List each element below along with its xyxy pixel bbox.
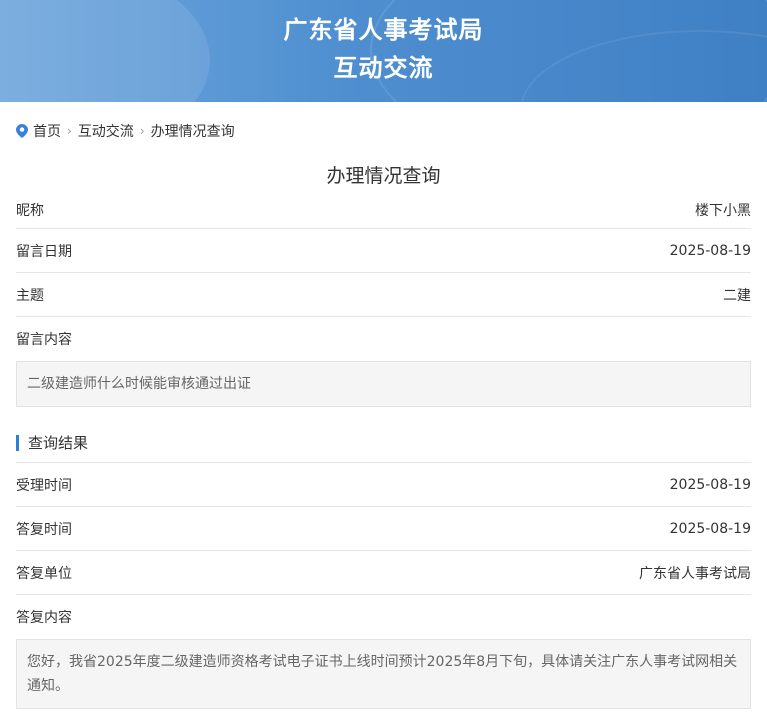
breadcrumb: 首页 › 互动交流 › 办理情况查询 <box>0 117 767 145</box>
reply-unit-row: 答复单位 广东省人事考试局 <box>16 551 751 595</box>
accept-time-value: 2025-08-19 <box>669 476 751 493</box>
accept-time-label: 受理时间 <box>16 477 72 494</box>
accept-time-row: 受理时间 2025-08-19 <box>16 463 751 507</box>
breadcrumb-interaction-link[interactable]: 互动交流 <box>78 121 134 141</box>
reply-unit-value: 广东省人事考试局 <box>639 565 751 582</box>
header-banner: 广东省人事考试局 互动交流 <box>0 0 767 102</box>
message-date-value: 2025-08-19 <box>669 242 751 259</box>
section-title: 互动交流 <box>333 54 434 82</box>
subject-label: 主题 <box>16 287 44 304</box>
page-title: 办理情况查询 <box>326 165 441 187</box>
reply-time-label: 答复时间 <box>16 521 72 538</box>
reply-time-row: 答复时间 2025-08-19 <box>16 507 751 551</box>
reply-time-value: 2025-08-19 <box>669 520 751 537</box>
section-accent-bar <box>16 434 19 451</box>
result-section-header: 查询结果 <box>16 423 751 463</box>
message-date-label: 留言日期 <box>16 243 72 260</box>
subject-value: 二建 <box>723 287 751 304</box>
message-content-row: 留言内容 <box>16 317 751 361</box>
reply-content-label: 答复内容 <box>16 610 72 626</box>
breadcrumb-separator: › <box>67 124 72 138</box>
subject-row: 主题 二建 <box>16 273 751 317</box>
site-title: 广东省人事考试局 <box>283 16 484 44</box>
breadcrumb-current: 办理情况查询 <box>150 124 235 140</box>
reply-content-row: 答复内容 <box>16 595 751 639</box>
message-content-box: 二级建造师什么时候能审核通过出证 <box>16 361 751 407</box>
reply-content-box: 您好，我省2025年度二级建造师资格考试电子证书上线时间预计2025年8月下旬，… <box>16 639 751 709</box>
nickname-row: 昵称 楼下小黑 <box>16 191 751 229</box>
location-pin-icon <box>16 124 28 138</box>
reply-unit-label: 答复单位 <box>16 565 72 582</box>
nickname-label: 昵称 <box>16 202 44 219</box>
message-date-row: 留言日期 2025-08-19 <box>16 229 751 273</box>
breadcrumb-separator: › <box>139 124 145 138</box>
nickname-value: 楼下小黑 <box>695 202 751 219</box>
breadcrumb-home-link[interactable]: 首页 <box>33 121 61 141</box>
result-section-title: 查询结果 <box>28 434 89 452</box>
message-content-label: 留言内容 <box>16 332 72 348</box>
